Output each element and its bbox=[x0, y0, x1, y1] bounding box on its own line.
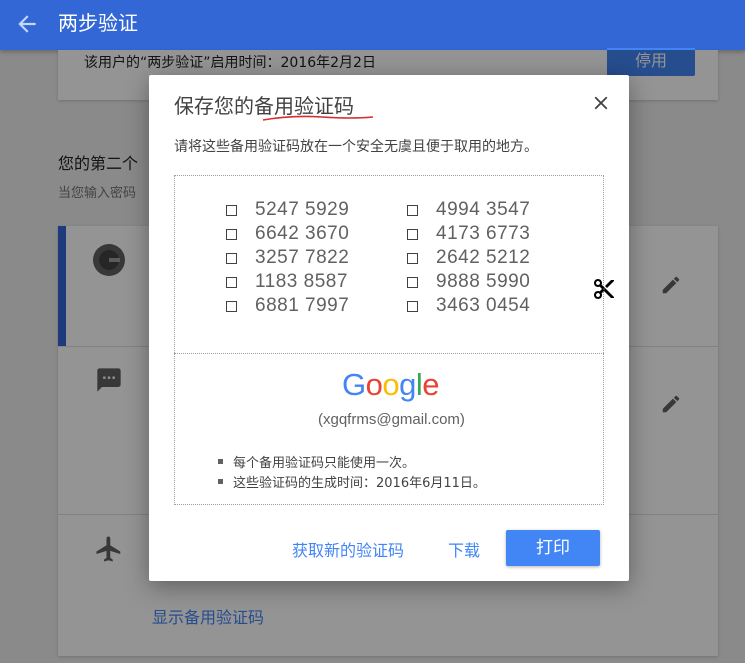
checkbox-icon bbox=[226, 300, 237, 312]
backup-code: 4994 3547 bbox=[436, 199, 531, 220]
get-new-codes-button[interactable]: 获取新的验证码 bbox=[292, 537, 404, 561]
checkbox-icon bbox=[226, 228, 237, 240]
google-logo-letter: e bbox=[422, 367, 440, 402]
print-button[interactable]: 打印 bbox=[506, 530, 600, 566]
checkbox-icon bbox=[407, 276, 418, 288]
backup-code: 1183 8587 bbox=[255, 271, 348, 292]
note-text: 每个备用验证码只能使用一次。 bbox=[233, 456, 416, 471]
checkbox-icon bbox=[407, 300, 418, 312]
download-button[interactable]: 下载 bbox=[448, 537, 480, 561]
note-item: 每个备用验证码只能使用一次。 bbox=[218, 452, 415, 471]
google-logo-letter: g bbox=[399, 367, 416, 402]
backup-code-item: 9888 5990 bbox=[407, 270, 530, 294]
google-logo-letter: o bbox=[365, 367, 383, 402]
checkbox-icon bbox=[407, 204, 418, 216]
account-email: (xgqfrms@gmail.com) bbox=[318, 411, 465, 428]
backup-code: 3463 0454 bbox=[436, 295, 531, 316]
backup-code: 3257 7822 bbox=[255, 247, 350, 268]
checkbox-icon bbox=[226, 276, 237, 288]
backup-code-item: 4994 3547 bbox=[407, 198, 530, 222]
backup-code-item: 4173 6773 bbox=[407, 222, 530, 246]
backup-code-item: 3257 7822 bbox=[226, 246, 349, 270]
backup-code: 4173 6773 bbox=[436, 223, 531, 244]
backup-code: 2642 5212 bbox=[436, 247, 531, 268]
page-title: 两步验证 bbox=[58, 11, 138, 35]
close-icon[interactable] bbox=[590, 92, 612, 114]
bullet bbox=[218, 459, 223, 464]
note-item: 这些验证码的生成时间：2016年6月11日。 bbox=[218, 472, 486, 491]
checkbox-icon bbox=[226, 204, 237, 216]
backup-code: 6642 3670 bbox=[255, 223, 350, 244]
backup-code-item: 3463 0454 bbox=[407, 294, 530, 318]
backup-code-item: 6881 7997 bbox=[226, 294, 349, 318]
backup-code-item: 6642 3670 bbox=[226, 222, 349, 246]
sheet-divider bbox=[174, 353, 604, 354]
backup-code-item: 5247 5929 bbox=[226, 198, 349, 222]
scissors-icon bbox=[594, 279, 614, 299]
checkbox-icon bbox=[407, 228, 418, 240]
bullet bbox=[218, 479, 223, 484]
title-underline bbox=[262, 115, 374, 121]
dialog-description: 请将这些备用验证码放在一个安全无虞且便于取用的地方。 bbox=[174, 139, 538, 155]
backup-code: 6881 7997 bbox=[255, 295, 350, 316]
backup-code-item: 1183 8587 bbox=[226, 270, 348, 294]
backup-code-item: 2642 5212 bbox=[407, 246, 530, 270]
backup-code: 9888 5990 bbox=[436, 271, 531, 292]
google-logo-letter: G bbox=[342, 367, 366, 402]
backup-code: 5247 5929 bbox=[255, 199, 350, 220]
google-logo: Google bbox=[342, 367, 440, 403]
arrow-back-icon[interactable] bbox=[14, 11, 40, 37]
note-text: 这些验证码的生成时间：2016年6月11日。 bbox=[233, 476, 486, 491]
checkbox-icon bbox=[226, 252, 237, 264]
google-logo-letter: o bbox=[382, 367, 400, 402]
checkbox-icon bbox=[407, 252, 418, 264]
